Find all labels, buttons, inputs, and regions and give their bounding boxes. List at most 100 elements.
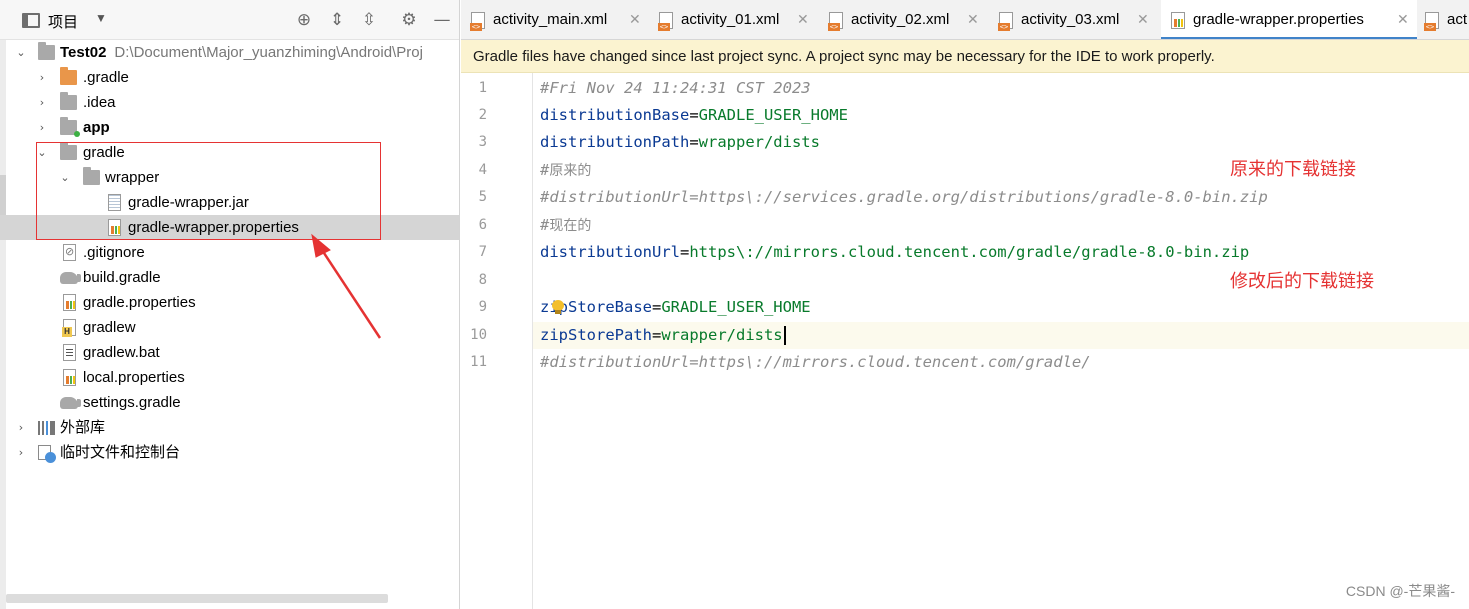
- tree-row-scratches[interactable]: › 临时文件和控制台: [0, 440, 459, 465]
- scratch-console-icon: [38, 445, 56, 463]
- property-key: distributionUrl: [540, 243, 680, 261]
- xml-file-icon: [658, 12, 673, 31]
- tree-label: gradlew.bat: [83, 344, 160, 361]
- chevron-down-icon[interactable]: ⌄: [14, 40, 28, 65]
- tab-activity-03[interactable]: activity_03.xml ✕: [998, 0, 1159, 39]
- tree-label: build.gradle: [83, 269, 161, 286]
- tree-label: .gitignore: [83, 244, 145, 261]
- vertical-scrollbar[interactable]: [1459, 73, 1469, 609]
- comment-hash: #: [540, 216, 550, 234]
- code-line-5[interactable]: #distributionUrl=https\://services.gradl…: [540, 184, 1268, 211]
- close-icon[interactable]: ✕: [967, 0, 979, 39]
- tree-label: gradle.properties: [83, 294, 196, 311]
- gradle-elephant-icon: [60, 272, 81, 284]
- tab-act-truncated[interactable]: act: [1424, 0, 1469, 39]
- equals-sign: =: [689, 106, 699, 124]
- tree-row-gradlew-bat[interactable]: gradlew.bat: [0, 340, 459, 365]
- property-key: distributionPath: [540, 133, 690, 151]
- tree-row-gradle-properties[interactable]: gradle.properties: [0, 290, 459, 315]
- code-line-4[interactable]: #原来的: [540, 157, 591, 184]
- code-line-9[interactable]: zipStoreBase=GRADLE_USER_HOME: [540, 294, 811, 321]
- tree-label: 外部库: [60, 419, 106, 436]
- xml-file-icon: [998, 12, 1013, 31]
- code-line-11[interactable]: #distributionUrl=https\://mirrors.cloud.…: [540, 349, 1091, 376]
- folder-icon: [60, 67, 77, 85]
- close-icon[interactable]: ✕: [797, 0, 809, 39]
- tree-row-dot-gradle[interactable]: › .gradle: [0, 65, 459, 90]
- minimize-icon[interactable]: —: [431, 9, 453, 31]
- line-number: 3: [478, 134, 487, 150]
- line-number: 7: [478, 244, 487, 260]
- tab-gradle-wrapper-properties[interactable]: gradle-wrapper.properties ✕: [1161, 0, 1417, 39]
- property-value: https\://mirrors.cloud.tencent.com/gradl…: [689, 243, 1250, 261]
- line-number: 6: [478, 217, 487, 233]
- library-icon: [38, 421, 55, 435]
- equals-sign: =: [689, 133, 699, 151]
- project-panel-header: 项目 ▼ ⊕ ⇕ ⇳ ⚙ —: [0, 0, 459, 40]
- project-path: D:\Document\Major_yuanzhiming\Android\Pr…: [114, 44, 423, 61]
- line-number: 8: [478, 272, 487, 288]
- tab-activity-01[interactable]: activity_01.xml ✕: [658, 0, 819, 39]
- code-line-1[interactable]: #Fri Nov 24 11:24:31 CST 2023: [540, 75, 811, 102]
- code-line-6[interactable]: #现在的: [540, 212, 591, 239]
- chevron-right-icon[interactable]: ›: [35, 115, 49, 140]
- gradle-elephant-icon: [60, 397, 81, 409]
- property-value: wrapper/dists: [698, 133, 820, 151]
- tree-label: app: [83, 119, 110, 136]
- tree-label: gradlew: [83, 319, 136, 336]
- annotation-highlight-box: [36, 142, 381, 240]
- code-line-7[interactable]: distributionUrl=https\://mirrors.cloud.t…: [540, 239, 1249, 266]
- tree-label: .gradle: [83, 69, 129, 86]
- tree-label: local.properties: [83, 369, 185, 386]
- tab-label: activity_02.xml: [851, 11, 950, 28]
- annotation-original-link: 原来的下载链接: [1230, 159, 1356, 180]
- collapse-all-icon[interactable]: ⇳: [358, 9, 380, 31]
- code-line-2[interactable]: distributionBase=GRADLE_USER_HOME: [540, 102, 848, 129]
- code-line-3[interactable]: distributionPath=wrapper/dists: [540, 129, 820, 156]
- target-icon[interactable]: ⊕: [293, 9, 315, 31]
- comment: #distributionUrl=https\://services.gradl…: [540, 188, 1268, 206]
- code-line-10[interactable]: zipStorePath=wrapper/dists: [540, 322, 786, 349]
- tree-row-idea[interactable]: › .idea: [0, 90, 459, 115]
- close-icon[interactable]: ✕: [629, 0, 641, 39]
- tree-row-build-gradle[interactable]: build.gradle: [0, 265, 459, 290]
- comment: #Fri Nov 24 11:24:31 CST 2023: [540, 79, 811, 97]
- property-key: distributionBase: [540, 106, 690, 124]
- chevron-right-icon[interactable]: ›: [35, 65, 49, 90]
- tree-row-gitignore[interactable]: .gitignore: [0, 240, 459, 265]
- gear-icon[interactable]: ⚙: [398, 9, 420, 31]
- ignore-file-icon: [63, 244, 76, 261]
- lightbulb-icon[interactable]: [552, 300, 564, 315]
- comment: 原来的: [549, 163, 592, 179]
- tab-label: activity_main.xml: [493, 11, 608, 28]
- equals-sign: =: [679, 243, 690, 261]
- tree-label: .idea: [83, 94, 116, 111]
- chevron-right-icon[interactable]: ›: [35, 90, 49, 115]
- line-number-gutter: 1 2 3 4 5 6 7 8 9 10 11: [461, 73, 533, 609]
- horizontal-scrollbar[interactable]: [6, 594, 388, 603]
- project-panel-title[interactable]: 项目: [48, 11, 78, 32]
- project-view-icon[interactable]: [22, 13, 40, 28]
- close-icon[interactable]: ✕: [1397, 0, 1409, 39]
- tree-row-local-properties[interactable]: local.properties: [0, 365, 459, 390]
- chevron-right-icon[interactable]: ›: [14, 415, 28, 440]
- properties-file-icon: [63, 294, 76, 311]
- expand-all-icon[interactable]: ⇕: [326, 9, 348, 31]
- tree-row-test02[interactable]: ⌄ Test02 D:\Document\Major_yuanzhiming\An…: [0, 40, 459, 65]
- project-tool-window: 项目 ▼ ⊕ ⇕ ⇳ ⚙ — ⌄ Test02 D:\Document\Major…: [0, 0, 460, 609]
- tab-activity-main[interactable]: activity_main.xml ✕: [470, 0, 651, 39]
- close-icon[interactable]: ✕: [1137, 0, 1149, 39]
- tree-row-settings-gradle[interactable]: settings.gradle: [0, 390, 459, 415]
- folder-icon: [60, 92, 77, 110]
- module-folder-icon: [60, 117, 80, 137]
- tree-row-app[interactable]: › app: [0, 115, 459, 140]
- text-caret: [783, 326, 786, 345]
- annotation-modified-link: 修改后的下载链接: [1230, 271, 1374, 292]
- tree-row-external-libraries[interactable]: › 外部库: [0, 415, 459, 440]
- tree-row-gradlew[interactable]: gradlew: [0, 315, 459, 340]
- tab-activity-02[interactable]: activity_02.xml ✕: [828, 0, 989, 39]
- watermark: CSDN @-芒果酱-: [1345, 583, 1455, 599]
- chevron-down-icon[interactable]: ▼: [95, 11, 107, 25]
- chevron-right-icon[interactable]: ›: [14, 440, 28, 465]
- line-number: 4: [478, 162, 487, 178]
